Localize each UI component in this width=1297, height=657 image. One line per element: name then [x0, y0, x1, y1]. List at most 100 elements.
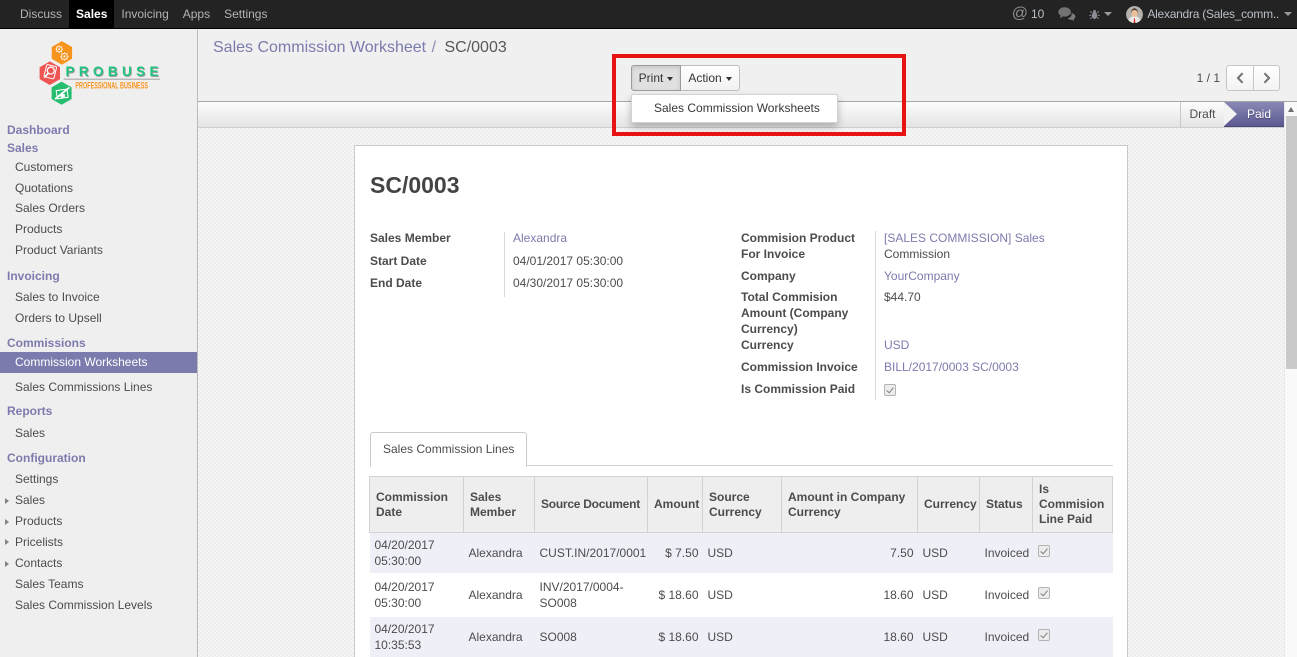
- form-field-row: Is Commission Paid: [741, 380, 1113, 402]
- expand-caret-icon: [5, 561, 9, 567]
- cell-source-document: SO008: [535, 617, 648, 657]
- sidebar-item-sales-commission-levels[interactable]: Sales Commission Levels: [0, 595, 197, 616]
- sidebar-item-sales-commissions-lines[interactable]: Sales Commissions Lines: [0, 377, 197, 398]
- tab-sales-commission-lines[interactable]: Sales Commission Lines: [370, 432, 527, 467]
- field-label-currency: Currency: [741, 336, 875, 358]
- chat-bubbles-icon: [1058, 7, 1076, 21]
- column-header-sales-member[interactable]: Sales Member: [464, 477, 535, 533]
- sidebar-label: Sales: [7, 141, 38, 155]
- expand-caret-icon: [5, 498, 9, 504]
- checkbox-checked-icon[interactable]: [1038, 587, 1050, 599]
- nav-item-invoicing[interactable]: Invoicing: [114, 0, 175, 28]
- nav-item-sales[interactable]: Sales: [69, 0, 114, 28]
- table-head: Commission DateSales MemberSource Docume…: [370, 477, 1113, 533]
- sidebar-item-products[interactable]: Products: [0, 511, 197, 532]
- nav-item-discuss[interactable]: Discuss: [13, 0, 69, 28]
- field-label-end-date: End Date: [370, 274, 504, 296]
- sidebar-section-reports[interactable]: Reports: [0, 401, 197, 422]
- field-label-is-commission-paid: Is Commission Paid: [741, 380, 875, 402]
- sidebar-item-quotations[interactable]: Quotations: [0, 178, 197, 199]
- cell-status: Invoiced: [980, 573, 1033, 617]
- sidebar-item-customers[interactable]: Customers: [0, 157, 197, 178]
- status-step-draft[interactable]: Draft: [1180, 102, 1224, 127]
- column-header-source-document[interactable]: Source Document: [535, 477, 648, 533]
- user-caret-icon: [1284, 12, 1292, 16]
- nav-item-settings[interactable]: Settings: [217, 0, 274, 28]
- column-header-amount-in-company-currency[interactable]: Amount in Company Currency: [782, 477, 918, 533]
- cell-status: Invoiced: [980, 533, 1033, 574]
- sidebar-label: Invoicing: [7, 269, 60, 283]
- form-field-row: End Date 04/30/2017 05:30:00: [370, 274, 726, 296]
- cell-sales-member: Alexandra: [464, 533, 535, 574]
- sidebar-item-settings[interactable]: Settings: [0, 469, 197, 490]
- table-row[interactable]: 04/20/2017 10:35:53AlexandraSO008$ 18.60…: [370, 617, 1113, 657]
- sidebar-item-commission-worksheets[interactable]: Commission Worksheets: [0, 352, 197, 373]
- sidebar-label: Sales Commission Levels: [15, 598, 152, 612]
- checkbox-checked-icon[interactable]: [1038, 545, 1050, 557]
- field-link[interactable]: Alexandra: [513, 231, 567, 245]
- nav-item-apps[interactable]: Apps: [176, 0, 217, 28]
- field-text: 04/01/2017 05:30:00: [513, 254, 623, 268]
- field-link[interactable]: YourCompany: [884, 269, 960, 283]
- chat-button[interactable]: [1058, 7, 1076, 21]
- field-value-company: YourCompany: [884, 267, 1113, 288]
- sidebar-section-configuration[interactable]: Configuration: [0, 448, 197, 469]
- sidebar-item-pricelists[interactable]: Pricelists: [0, 532, 197, 553]
- column-header-currency[interactable]: Currency: [918, 477, 980, 533]
- sidebar-item-orders-to-upsell[interactable]: Orders to Upsell: [0, 308, 197, 329]
- sidebar-label: Commissions: [7, 336, 86, 350]
- mentions-button[interactable]: @ 10: [1012, 5, 1045, 23]
- pager-next-button[interactable]: [1253, 66, 1279, 90]
- cell-is-commision-line-paid: [1033, 573, 1113, 617]
- user-menu[interactable]: Alexandra (Sales_comm..: [1126, 6, 1292, 23]
- table-row[interactable]: 04/20/2017 05:30:00AlexandraCUST.IN/2017…: [370, 533, 1113, 574]
- sidebar-label: Orders to Upsell: [15, 311, 102, 325]
- sidebar-item-contacts[interactable]: Contacts: [0, 553, 197, 574]
- cell-amount: $ 18.60: [648, 617, 703, 657]
- sidebar-item-sales-to-invoice[interactable]: Sales to Invoice: [0, 287, 197, 308]
- scrollbar[interactable]: [1284, 102, 1297, 657]
- checkbox-checked-icon[interactable]: [884, 384, 896, 396]
- sidebar-item-sales-teams[interactable]: Sales Teams: [0, 574, 197, 595]
- sidebar-item-products[interactable]: Products: [0, 219, 197, 240]
- action-caret-icon: [726, 77, 732, 81]
- sidebar-label: Commission Worksheets: [15, 355, 147, 369]
- sidebar-label: Sales: [15, 493, 45, 507]
- sidebar-label: Dashboard: [7, 123, 70, 137]
- action-button[interactable]: Action: [681, 65, 740, 91]
- print-button[interactable]: Print: [631, 65, 681, 91]
- sidebar-section-invoicing[interactable]: Invoicing: [0, 266, 197, 287]
- commission-lines-table: Commission DateSales MemberSource Docume…: [369, 476, 1113, 657]
- column-header-is-commision-line-paid[interactable]: Is Commision Line Paid: [1033, 477, 1113, 533]
- field-link[interactable]: BILL/2017/0003 SC/0003: [884, 360, 1019, 374]
- column-header-amount[interactable]: Amount: [648, 477, 703, 533]
- debug-button[interactable]: [1089, 9, 1112, 20]
- field-value-end-date: 04/30/2017 05:30:00: [513, 274, 726, 296]
- sidebar-item-sales[interactable]: Sales: [0, 490, 197, 511]
- pager-previous-button[interactable]: [1227, 66, 1253, 90]
- checkbox-checked-icon[interactable]: [1038, 629, 1050, 641]
- field-link[interactable]: [SALES COMMISSION] Sales: [884, 231, 1045, 245]
- breadcrumb-parent[interactable]: Sales Commission Worksheet: [213, 39, 426, 56]
- sidebar-item-sales[interactable]: Sales: [0, 423, 197, 444]
- table-body: 04/20/2017 05:30:00AlexandraCUST.IN/2017…: [370, 533, 1113, 657]
- column-header-status[interactable]: Status: [980, 477, 1033, 533]
- control-panel: Sales Commission Worksheet / SC/0003 Pri…: [198, 29, 1297, 102]
- sidebar-item-product-variants[interactable]: Product Variants: [0, 240, 197, 261]
- sidebar-label: Sales Teams: [15, 577, 83, 591]
- column-header-commission-date[interactable]: Commission Date: [370, 477, 464, 533]
- dropdown-item-worksheets[interactable]: Sales Commission Worksheets: [632, 95, 837, 122]
- scrollbar-thumb[interactable]: [1286, 116, 1297, 369]
- scrollbar-up-arrow[interactable]: [1285, 102, 1297, 116]
- field-link[interactable]: USD: [884, 338, 909, 352]
- cell-sales-member: Alexandra: [464, 573, 535, 617]
- column-header-source-currency[interactable]: Source Currency: [703, 477, 782, 533]
- status-step-paid[interactable]: Paid: [1224, 102, 1284, 127]
- sidebar-section-commissions[interactable]: Commissions: [0, 333, 197, 354]
- at-icon: @: [1012, 5, 1028, 23]
- sidebar-item-sales-orders[interactable]: Sales Orders: [0, 198, 197, 219]
- table-row[interactable]: 04/20/2017 05:30:00AlexandraINV/2017/000…: [370, 573, 1113, 617]
- pager-buttons: [1226, 65, 1280, 91]
- cell-source-currency: USD: [703, 573, 782, 617]
- status-label: Paid: [1247, 107, 1271, 121]
